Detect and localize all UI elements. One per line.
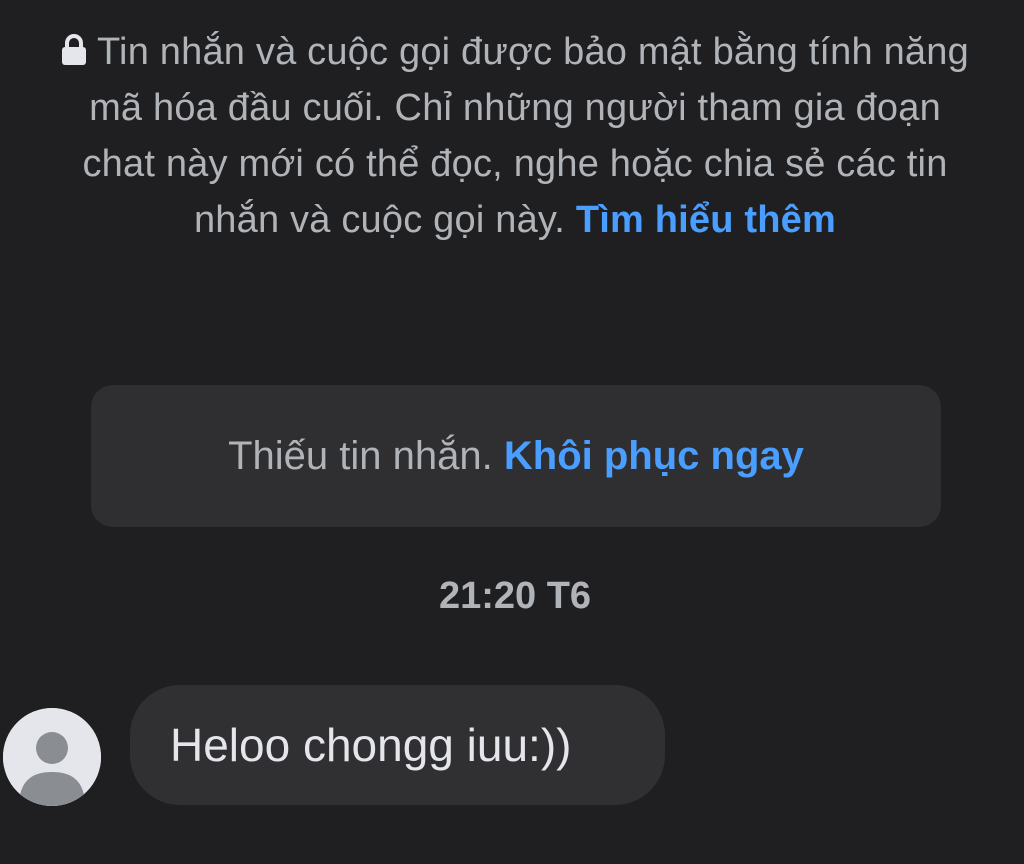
message-timestamp: 21:20 T6 <box>438 575 592 617</box>
restore-now-link[interactable]: Khôi phục ngay <box>504 434 804 479</box>
sender-avatar[interactable] <box>3 708 101 806</box>
message-text: Heloo chongg iuu:)) <box>170 719 572 771</box>
missing-messages-text: Thiếu tin nhắn. <box>228 433 493 478</box>
message-bubble[interactable]: Heloo chongg iuu:)) <box>130 685 665 805</box>
default-avatar-icon <box>3 708 101 806</box>
lock-icon <box>61 34 87 66</box>
learn-more-link[interactable]: Tìm hiểu thêm <box>576 199 836 241</box>
missing-messages-banner: Thiếu tin nhắn. Khôi phục ngay <box>91 385 941 527</box>
encryption-notice: Tin nhắn và cuộc gọi được bảo mật bằng t… <box>60 24 970 248</box>
